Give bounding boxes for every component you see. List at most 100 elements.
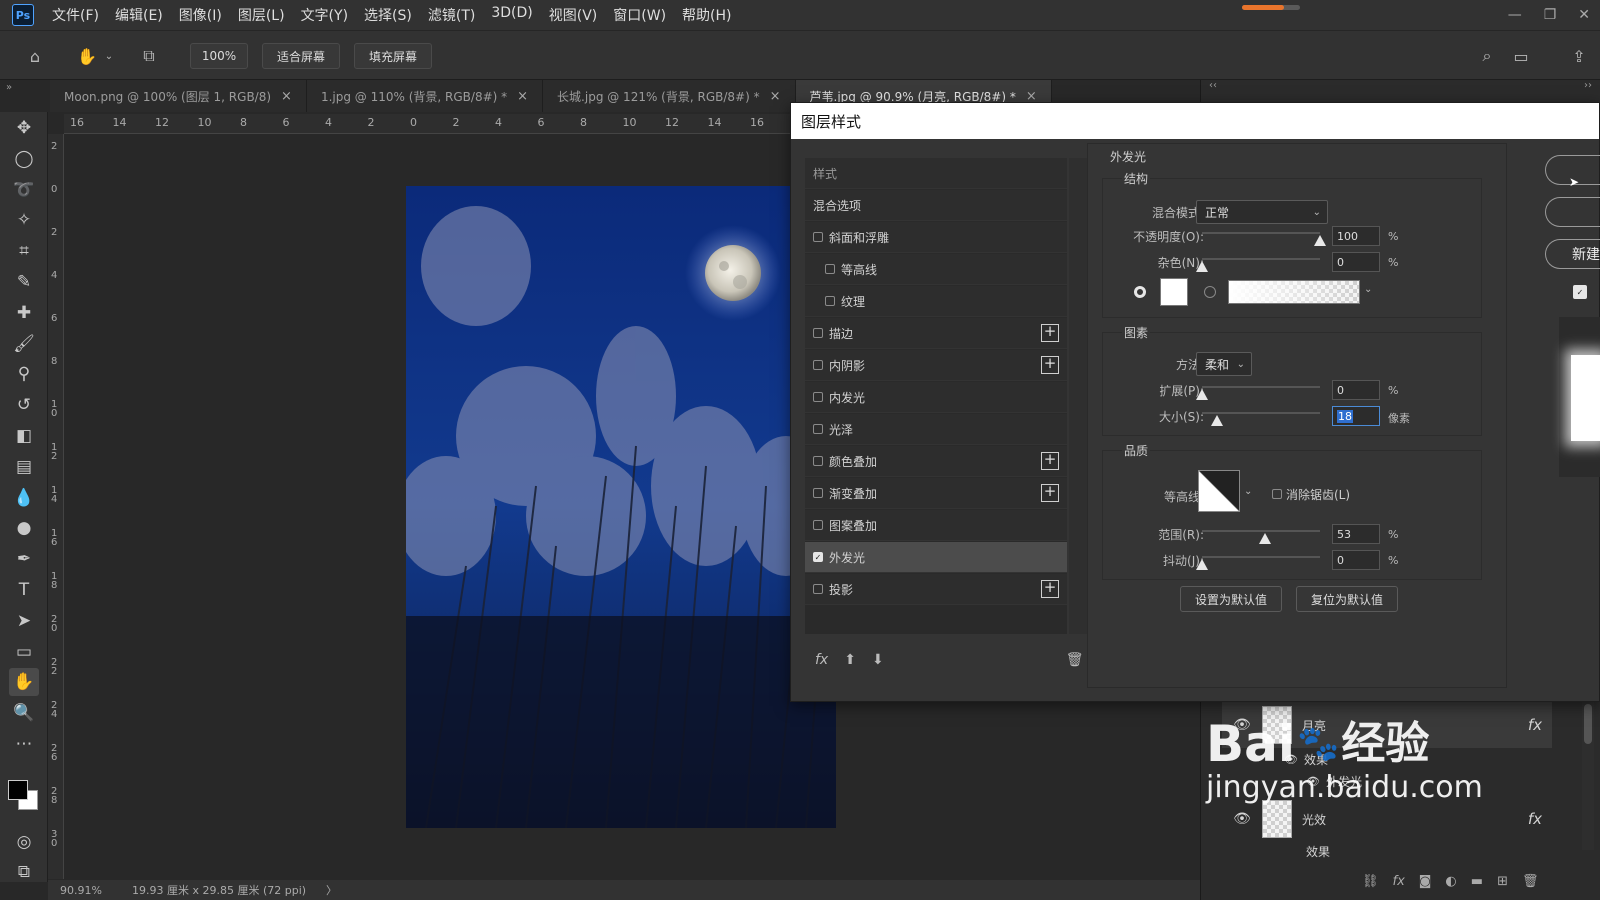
range-slider-knob[interactable] — [1258, 533, 1271, 544]
style-list-scrollbar[interactable] — [1069, 158, 1087, 634]
style-checkbox[interactable] — [813, 392, 823, 402]
quick-mask-icon[interactable]: ◎ — [9, 828, 39, 856]
pen-icon[interactable]: ✒ — [9, 545, 39, 573]
style-item[interactable]: 内阴影 + — [805, 350, 1067, 381]
stamp-icon[interactable]: ⚲ — [9, 360, 39, 388]
style-item[interactable]: 等高线 — [805, 254, 1067, 285]
share-icon[interactable]: ⇪ — [1566, 43, 1592, 69]
opacity-slider[interactable] — [1202, 232, 1320, 234]
close-tab-icon[interactable]: × — [281, 89, 292, 104]
reset-default-button[interactable]: 复位为默认值 — [1296, 586, 1398, 612]
menu-item[interactable]: 视图(V) — [541, 5, 606, 25]
gradient-icon[interactable]: ▤ — [9, 453, 39, 481]
eye-icon[interactable]: 👁 — [1222, 811, 1262, 827]
size-slider-knob[interactable] — [1211, 415, 1224, 426]
contour-picker[interactable] — [1198, 470, 1240, 512]
anti-alias-checkbox[interactable] — [1272, 489, 1282, 499]
link-icon[interactable]: ⛓ — [1362, 874, 1379, 889]
document-image[interactable] — [406, 186, 836, 828]
menu-item[interactable]: 帮助(H) — [674, 5, 739, 25]
fx-menu-icon[interactable]: fx — [815, 652, 828, 668]
rectangle-icon[interactable]: ▭ — [9, 638, 39, 666]
spread-slider-knob[interactable] — [1196, 389, 1208, 400]
gradient-picker[interactable] — [1228, 280, 1360, 304]
blend-options-item[interactable]: 混合选项 — [805, 190, 1067, 221]
folder-icon[interactable]: ▬ — [1471, 874, 1483, 889]
set-default-button[interactable]: 设置为默认值 — [1180, 586, 1282, 612]
menu-item[interactable]: 3D(D) — [483, 5, 540, 25]
style-checkbox[interactable] — [813, 488, 823, 498]
fx-icon[interactable]: fx — [1393, 874, 1405, 889]
layer-name[interactable]: 光效 — [1302, 811, 1326, 828]
cancel-button[interactable] — [1545, 197, 1600, 227]
magic-wand-icon[interactable]: ✧ — [9, 206, 39, 234]
method-select[interactable]: 柔和 ⌄ — [1196, 352, 1252, 376]
hand-tool-icon[interactable]: ✋ — [74, 43, 100, 69]
blend-mode-select[interactable]: 正常 ⌄ — [1196, 200, 1328, 224]
style-item[interactable]: 图案叠加 — [805, 510, 1067, 541]
style-item[interactable]: 渐变叠加 + — [805, 478, 1067, 509]
move-down-icon[interactable]: ⬇ — [872, 652, 884, 668]
style-item[interactable]: 描边 + — [805, 318, 1067, 349]
scroll-all-windows-icon[interactable]: ⧉ — [136, 43, 162, 69]
noise-slider[interactable] — [1202, 258, 1320, 260]
adjustment-icon[interactable]: ◐ — [1445, 874, 1456, 889]
screen-mode-icon[interactable]: ⧉ — [9, 858, 39, 886]
minimize-icon[interactable]: — — [1508, 7, 1522, 23]
lasso-icon[interactable]: ➰ — [9, 176, 39, 204]
delete-icon[interactable]: 🗑 — [1066, 652, 1084, 668]
blur-icon[interactable]: 💧 — [9, 484, 39, 512]
style-item[interactable]: ✓ 外发光 — [805, 542, 1067, 573]
fx-icon[interactable]: fx — [1528, 716, 1542, 734]
style-checkbox[interactable] — [813, 232, 823, 242]
menu-item[interactable]: 窗口(W) — [605, 5, 674, 25]
add-style-icon[interactable]: + — [1041, 484, 1059, 502]
menu-item[interactable]: 滤镜(T) — [420, 5, 483, 25]
opacity-slider-knob[interactable] — [1314, 235, 1326, 246]
collapse-right-icon[interactable]: ›› — [1584, 80, 1592, 91]
new-layer-icon[interactable]: ⊞ — [1497, 874, 1508, 889]
move-up-icon[interactable]: ⬆ — [844, 652, 856, 668]
solid-color-radio[interactable] — [1134, 286, 1146, 298]
style-item[interactable]: 投影 + — [805, 574, 1067, 605]
document-tab[interactable]: 1.jpg @ 110% (背景, RGB/8#) * × — [306, 80, 544, 112]
menu-item[interactable]: 选择(S) — [356, 5, 420, 25]
range-slider[interactable] — [1202, 530, 1320, 532]
opacity-input[interactable]: 100 — [1332, 226, 1380, 246]
zoom-readout[interactable]: 90.91% — [60, 884, 102, 897]
type-icon[interactable]: T — [9, 576, 39, 604]
path-select-icon[interactable]: ➤ — [9, 607, 39, 635]
fill-screen-button[interactable]: 填充屏幕 — [354, 43, 432, 69]
size-slider[interactable] — [1202, 412, 1320, 414]
noise-input[interactable]: 0 — [1332, 252, 1380, 272]
gradient-radio[interactable] — [1204, 286, 1216, 298]
document-tab[interactable]: Moon.png @ 100% (图层 1, RGB/8) × — [50, 80, 307, 112]
home-icon[interactable]: ⌂ — [22, 43, 48, 69]
history-brush-icon[interactable]: ↺ — [9, 391, 39, 419]
style-checkbox[interactable] — [825, 296, 835, 306]
layer-effects-row[interactable]: 效果 — [1222, 842, 1552, 860]
styles-header[interactable]: 样式 — [805, 158, 1067, 189]
jitter-slider[interactable] — [1202, 556, 1320, 558]
style-checkbox[interactable] — [813, 328, 823, 338]
panel-collapse-icon[interactable]: » — [0, 80, 50, 112]
layers-scrollbar[interactable] — [1582, 700, 1594, 850]
menu-item[interactable]: 编辑(E) — [107, 5, 171, 25]
brush-icon[interactable]: 🖌 — [9, 330, 39, 358]
eraser-icon[interactable]: ◧ — [9, 422, 39, 450]
menu-item[interactable]: 图层(L) — [230, 5, 293, 25]
ellipse-marquee-icon[interactable]: ◯ — [9, 145, 39, 173]
healing-brush-icon[interactable]: ✚ — [9, 299, 39, 327]
size-input[interactable]: 18 — [1332, 406, 1380, 426]
status-menu-arrow-icon[interactable]: 〉 — [326, 882, 337, 898]
dodge-icon[interactable]: ● — [9, 514, 39, 542]
style-item[interactable]: 光泽 — [805, 414, 1067, 445]
jitter-input[interactable]: 0 — [1332, 550, 1380, 570]
style-checkbox[interactable] — [813, 424, 823, 434]
move-tool-icon[interactable]: ✥ — [9, 114, 39, 142]
fx-icon[interactable]: fx — [1528, 810, 1542, 828]
eyedropper-icon[interactable]: ✎ — [9, 268, 39, 296]
more-tools-icon[interactable]: ⋯ — [9, 730, 39, 758]
mask-icon[interactable]: ◙ — [1419, 874, 1432, 889]
zoom-value-field[interactable]: 100% — [190, 43, 248, 69]
